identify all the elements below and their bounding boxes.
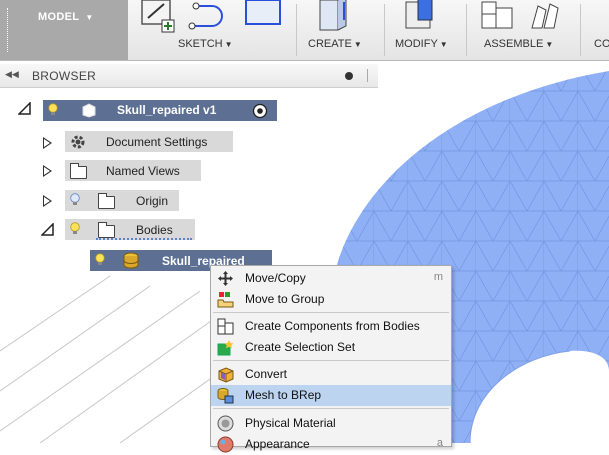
- component-icon: [82, 103, 96, 118]
- toolbar: MODEL ▼ SKETCH ▼ CREATE ▼ MODIFY ▼ ASSEM…: [0, 0, 609, 61]
- create-components-icon: [217, 318, 234, 335]
- tree-node-label: Named Views: [106, 164, 180, 178]
- collapse-panel-icon[interactable]: ◀◀: [5, 69, 19, 80]
- move-icon: [218, 271, 233, 286]
- create-sketch-icon[interactable]: [138, 0, 184, 34]
- visibility-bulb-icon[interactable]: [70, 193, 80, 206]
- menu-item-mesh-to-brep[interactable]: Mesh to BRep: [211, 385, 451, 406]
- rectangle-sketch-icon[interactable]: [240, 0, 286, 34]
- browser-title: BROWSER: [32, 69, 97, 83]
- menu-separator: [213, 312, 449, 313]
- menu-item-create-selection-set[interactable]: Create Selection Set: [211, 337, 451, 358]
- extrude-icon[interactable]: [316, 0, 350, 34]
- press-pull-icon[interactable]: [404, 0, 440, 34]
- toolbar-divider: [296, 4, 297, 56]
- selection-set-icon: [217, 340, 234, 356]
- tree-node-label: Document Settings: [106, 135, 208, 149]
- workspace-dropdown-arrow: ▼: [85, 13, 94, 22]
- workspace-label: MODEL: [38, 11, 80, 23]
- menu-separator: [213, 360, 449, 361]
- visibility-bulb-icon[interactable]: [70, 222, 80, 235]
- move-to-group-icon: [217, 292, 234, 308]
- mesh-to-brep-icon: [217, 388, 234, 404]
- tree-node-bodies[interactable]: [65, 219, 195, 240]
- toolbar-grip: [7, 8, 10, 52]
- expand-triangle-icon[interactable]: [18, 102, 31, 115]
- sketch-menu[interactable]: SKETCH ▼: [178, 38, 233, 50]
- tree-node-label: Origin: [136, 194, 169, 208]
- expand-arrow-icon[interactable]: [43, 137, 52, 149]
- context-menu: Move/Copy m Move to Group Create Compone…: [210, 265, 452, 453]
- expand-arrow-icon[interactable]: [43, 195, 52, 207]
- menu-item-move-to-group[interactable]: Move to Group: [211, 289, 451, 310]
- menu-item-convert[interactable]: Convert: [211, 364, 451, 385]
- expand-triangle-icon[interactable]: [41, 223, 54, 236]
- visibility-bulb-icon[interactable]: [95, 253, 105, 266]
- assemble-menu[interactable]: ASSEMBLE ▼: [484, 38, 553, 50]
- gear-icon: [71, 135, 85, 149]
- new-component-icon[interactable]: [478, 0, 520, 34]
- activate-radio-icon[interactable]: [252, 103, 268, 119]
- toolbar-divider: [466, 4, 467, 56]
- physical-material-icon: [217, 415, 234, 432]
- joint-icon[interactable]: [528, 0, 562, 34]
- drop-indicator: [96, 238, 192, 243]
- toolbar-divider: [384, 4, 385, 56]
- menu-item-move-copy[interactable]: Move/Copy m: [211, 268, 451, 289]
- mesh-body-icon: [123, 252, 139, 269]
- convert-icon: [218, 367, 234, 383]
- root-node-label: Skull_repaired v1: [117, 103, 217, 117]
- menu-item-physical-material[interactable]: Physical Material: [211, 413, 451, 434]
- construct-menu[interactable]: CO: [594, 38, 609, 50]
- menu-separator: [213, 408, 449, 409]
- expand-arrow-icon[interactable]: [43, 165, 52, 177]
- browser-header: ◀◀ BROWSER: [0, 64, 378, 88]
- panel-divider: [367, 69, 368, 82]
- visibility-bulb-icon[interactable]: [48, 103, 58, 116]
- folder-icon: [98, 193, 115, 209]
- workspace-switcher-button[interactable]: MODEL ▼: [0, 0, 128, 60]
- tree-node-label: Bodies: [136, 223, 173, 237]
- panel-options-icon[interactable]: [345, 72, 353, 80]
- folder-icon: [70, 163, 87, 179]
- create-menu[interactable]: CREATE ▼: [308, 38, 362, 50]
- toolbar-divider: [580, 4, 581, 56]
- folder-icon: [98, 222, 115, 238]
- appearance-icon: [217, 436, 234, 453]
- arc-sketch-icon[interactable]: [188, 0, 234, 34]
- modify-menu[interactable]: MODIFY ▼: [395, 38, 448, 50]
- menu-item-create-components[interactable]: Create Components from Bodies: [211, 316, 451, 337]
- menu-item-appearance[interactable]: Appearance a: [211, 434, 451, 455]
